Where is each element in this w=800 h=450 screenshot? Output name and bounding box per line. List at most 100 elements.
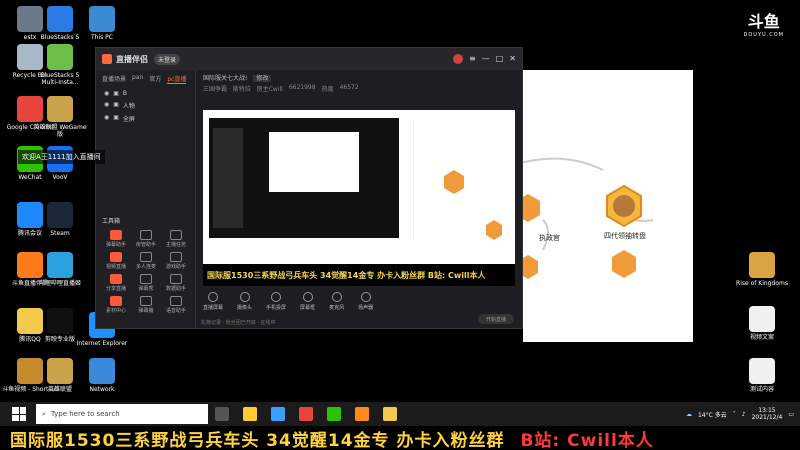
eye-icon[interactable]: ◉	[104, 101, 109, 110]
eye-icon[interactable]: ◉	[104, 114, 109, 123]
lock-icon[interactable]: ▣	[113, 90, 119, 97]
start-stream-button[interactable]: 开始直播	[478, 314, 514, 324]
tool-label: 语音助手	[165, 308, 186, 314]
tool-button[interactable]: 弹幕助手	[102, 230, 130, 248]
close-icon[interactable]: ✕	[509, 54, 516, 64]
source-item[interactable]: ◉ ▣ 全屏	[96, 112, 195, 125]
desktop-icon-label: Steam	[50, 230, 70, 237]
desktop-icon[interactable]: 测试内容	[734, 358, 790, 393]
scene-tab[interactable]: 直播场景	[102, 74, 126, 84]
tool-label: 房管助手	[135, 242, 156, 248]
control-button[interactable]: 屏幕框	[300, 292, 315, 311]
weather-icon[interactable]: ☁	[686, 411, 692, 418]
source-item[interactable]: ◉ ▣ 人物	[96, 99, 195, 112]
control-button[interactable]: 直播屏幕	[203, 292, 223, 311]
douyu-logo: 斗鱼	[747, 12, 780, 31]
room-meta-item: 三国争霸 · 斯特拉	[203, 86, 251, 93]
taskbar-search[interactable]: ⌕ Type here to search	[36, 404, 208, 424]
taskbar-app-icon[interactable]	[299, 407, 314, 421]
desktop-icon[interactable]: 英雄联盟 WeGame版	[32, 96, 88, 138]
clock[interactable]: 13:15 2021/12/4	[752, 407, 783, 421]
douyu-domain: DOUYU.COM	[743, 32, 784, 38]
control-button[interactable]: 手机投屏	[266, 292, 286, 311]
tool-label: 弹幕播	[138, 308, 154, 314]
app-icon	[749, 306, 775, 332]
tool-button[interactable]: 主播任务	[162, 230, 190, 248]
lock-icon[interactable]: ▣	[113, 114, 119, 123]
streaming-app-window[interactable]: 直播伴侣 未登录 ≡ — □ ✕ 直播场景 pan 官方 pc直播 ◉ ▣ B ◉ ▣ 人物 ◉ ▣…	[95, 47, 523, 329]
tool-label: 数据助手	[165, 286, 186, 292]
desktop-icon-label: 哔哩哔哩直播姬	[38, 280, 81, 287]
desktop-icon-label: 英雄联盟 WeGame版	[33, 124, 87, 138]
hero-node-left2	[518, 255, 538, 279]
maximize-icon[interactable]: □	[496, 54, 504, 64]
control-button[interactable]: 摄像头	[237, 292, 252, 311]
notification-icon[interactable]: ▭	[788, 411, 794, 418]
control-button[interactable]: 麦克风	[329, 292, 344, 311]
login-badge[interactable]: 未登录	[154, 53, 181, 65]
menu-icon[interactable]: ≡	[469, 54, 476, 64]
eye-icon[interactable]: ◉	[104, 90, 109, 97]
tool-button[interactable]: 数据助手	[162, 274, 190, 292]
tray-chevron-icon[interactable]: ˄	[733, 411, 736, 418]
taskbar-app-icon[interactable]	[327, 407, 342, 421]
scene-tabs: 直播场景 pan 官方 pc直播	[96, 70, 195, 88]
tool-button[interactable]: 弹幕播	[132, 296, 160, 314]
app-titlebar[interactable]: 直播伴侣 未登录 ≡ — □ ✕	[96, 48, 522, 70]
tool-button[interactable]: 房管助手	[132, 230, 160, 248]
tool-button[interactable]: 弹幕秀	[132, 274, 160, 292]
app-sidebar: 直播场景 pan 官方 pc直播 ◉ ▣ B ◉ ▣ 人物 ◉ ▣ 全屏 工具箱 弹幕助手 房管助手 主播…	[96, 70, 196, 328]
scene-tab[interactable]: pan	[132, 74, 143, 84]
windows-start-icon[interactable]	[12, 407, 26, 421]
tool-button[interactable]: 分享直播	[102, 274, 130, 292]
tool-label: 弹幕秀	[138, 286, 154, 292]
app-icon	[749, 252, 775, 278]
desktop-icon-label: Internet Explorer	[76, 340, 128, 347]
scene-tab[interactable]: pc直播	[167, 74, 187, 84]
lock-icon[interactable]: ▣	[113, 101, 119, 110]
tool-icon	[140, 296, 152, 306]
bottom-banner-bilibili: B站: Cwill本人	[520, 430, 654, 450]
system-tray: ☁ 14°C 多云 ˄ ♪ 13:15 2021/12/4 ▭	[686, 407, 800, 421]
desktop-icon[interactable]: 视频文案	[734, 306, 790, 341]
taskbar-app-icon[interactable]	[271, 407, 286, 421]
minimize-icon[interactable]: —	[482, 54, 490, 64]
desktop-icon[interactable]: Steam	[32, 202, 88, 237]
tool-button[interactable]: 游戏助手	[162, 252, 190, 270]
taskbar-app-icon[interactable]	[243, 407, 258, 421]
app-icon	[47, 6, 73, 32]
speaker-icon[interactable]: ♪	[742, 411, 746, 418]
control-button[interactable]: 扬声器	[358, 292, 373, 311]
app-icon	[47, 358, 73, 384]
desktop-icon[interactable]: 哔哩哔哩直播姬	[32, 252, 88, 287]
tool-button[interactable]: 素材中心	[102, 296, 130, 314]
source-label: 全屏	[122, 116, 135, 123]
mic-icon[interactable]: 🎙	[190, 409, 201, 419]
room-info: 国际服关七大战! 修改 三国争霸 · 斯特拉 房主Cwill 6621998 热度 46…	[197, 70, 522, 100]
room-edit-button[interactable]: 修改	[253, 75, 272, 82]
tool-label: 主播任务	[165, 242, 186, 248]
tool-button[interactable]: 视频直播	[102, 252, 130, 270]
desktop-icon[interactable]: Rise of Kingdoms	[734, 252, 790, 287]
room-title[interactable]: 国际服关七大战!	[203, 75, 247, 82]
douyu-watermark: 斗鱼 DOUYU.COM	[744, 8, 785, 38]
tool-button[interactable]: 多人连麦	[132, 252, 160, 270]
desktop-icon[interactable]: This PC	[74, 6, 130, 41]
weather-text[interactable]: 14°C 多云	[698, 410, 727, 419]
desktop-icon[interactable]: BlueStacks 5 Multi-Insta...	[32, 44, 88, 86]
bottom-banner: 国际服1530三系野战弓兵车头 34觉醒14金专 办卡入粉丝群 B站: Cwil…	[0, 426, 800, 450]
taskbar-app-icon[interactable]	[355, 407, 370, 421]
avatar[interactable]	[453, 54, 464, 64]
taskbar-app-icon[interactable]	[215, 407, 230, 421]
hero-node-left	[516, 194, 540, 222]
control-label: 屏幕框	[300, 305, 316, 311]
tool-button[interactable]: 语音助手	[162, 296, 190, 314]
control-label: 扬声器	[358, 305, 374, 311]
tool-icon	[140, 274, 152, 284]
source-label: 人物	[122, 103, 135, 110]
scene-tab[interactable]: 官方	[149, 74, 161, 84]
taskbar-app-icon[interactable]	[383, 407, 398, 421]
desktop-icon[interactable]: Network	[74, 358, 130, 393]
diagram-svg: 四代领袖转盘 执政官	[512, 157, 654, 279]
source-item[interactable]: ◉ ▣ B	[96, 88, 195, 99]
